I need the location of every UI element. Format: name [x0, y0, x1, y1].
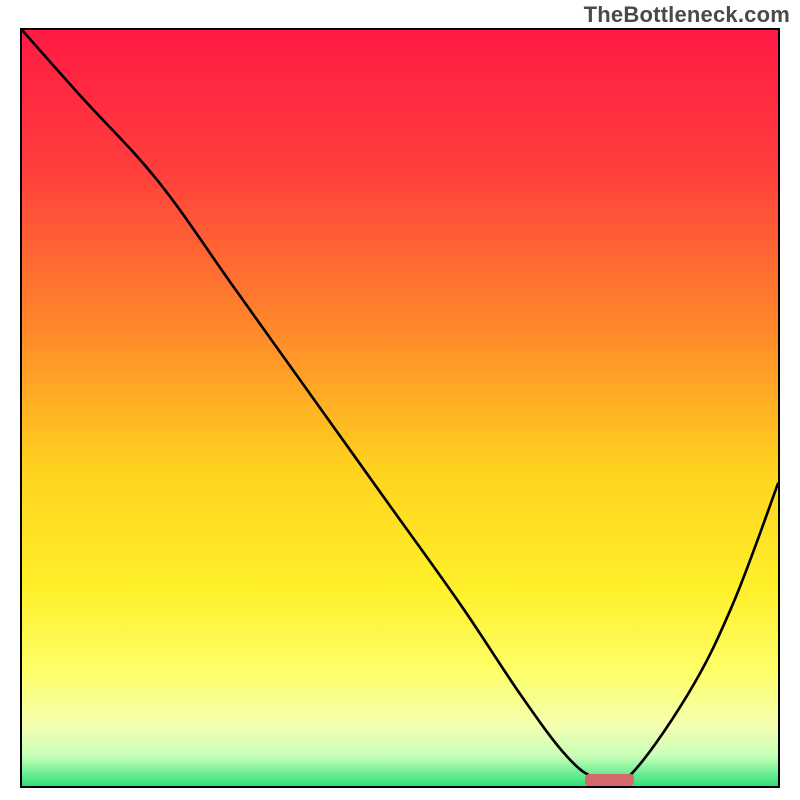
bottleneck-curve-path	[22, 30, 778, 786]
plot-area	[20, 28, 780, 788]
watermark-text: TheBottleneck.com	[584, 2, 790, 28]
optimal-marker	[585, 774, 634, 786]
bottleneck-chart: TheBottleneck.com	[0, 0, 800, 800]
curve-layer	[22, 30, 778, 786]
